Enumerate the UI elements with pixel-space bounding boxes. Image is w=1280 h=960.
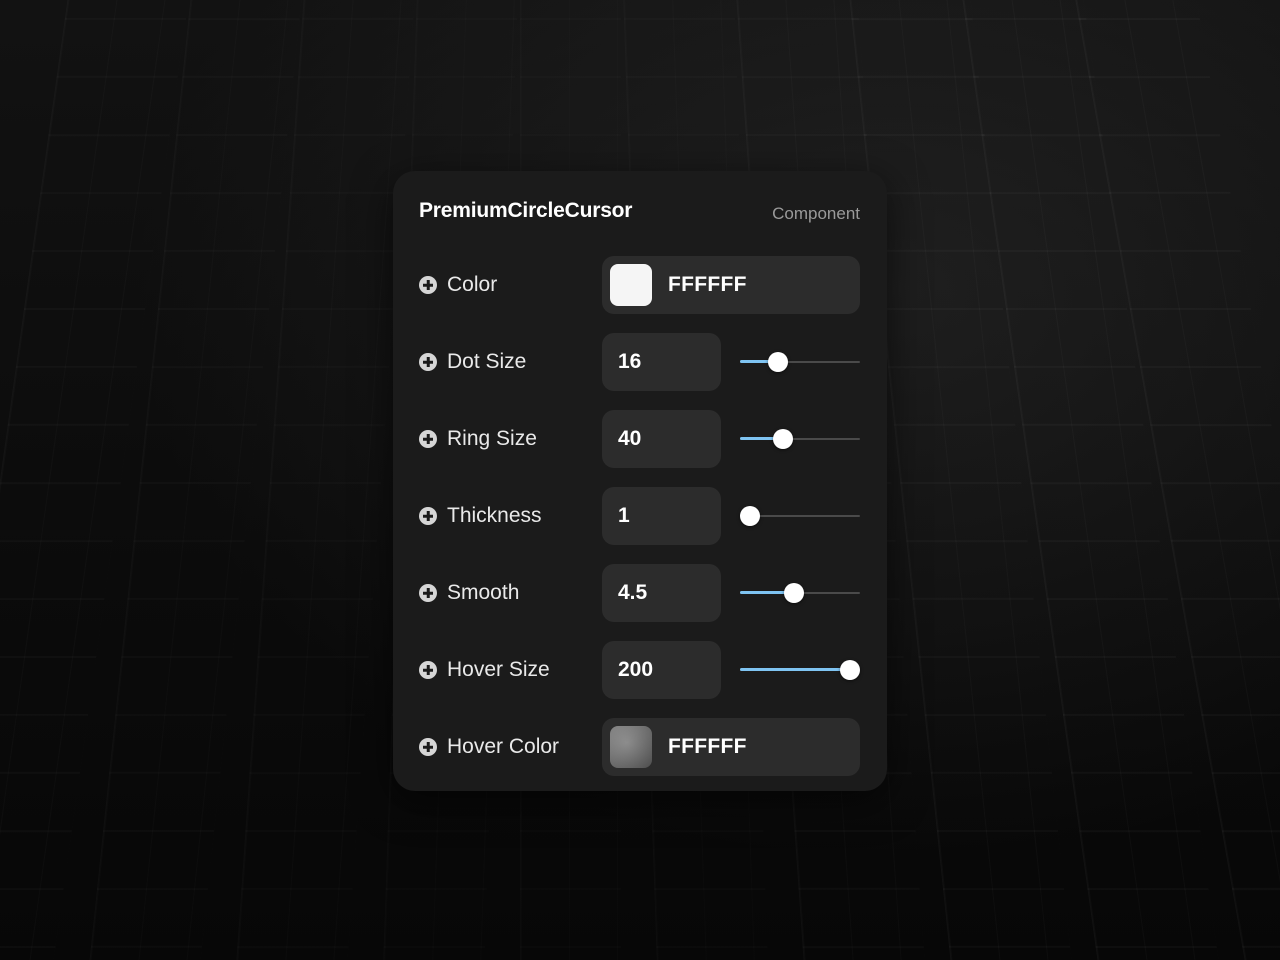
property-row-hover-size: Hover Size 200 (419, 641, 860, 699)
property-label[interactable]: Hover Color (419, 718, 559, 776)
property-row-thickness: Thickness 1 (419, 487, 860, 545)
number-input[interactable]: 16 (602, 333, 721, 391)
number-input[interactable]: 1 (602, 487, 721, 545)
number-input[interactable]: 40 (602, 410, 721, 468)
slider-thumb[interactable] (840, 660, 860, 680)
component-title: PremiumCircleCursor (419, 199, 633, 222)
color-field[interactable]: FFFFFF (602, 256, 860, 314)
dot-size-slider[interactable] (740, 333, 860, 391)
color-field[interactable]: FFFFFF (602, 718, 860, 776)
number-value[interactable]: 1 (618, 504, 630, 528)
ring-size-slider[interactable] (740, 410, 860, 468)
property-label-text: Hover Size (447, 658, 550, 681)
color-hex-input[interactable]: FFFFFF (668, 735, 747, 759)
property-label-text: Hover Color (447, 735, 560, 758)
property-row-smooth: Smooth 4.5 (419, 564, 860, 622)
color-swatch[interactable] (610, 264, 652, 306)
plus-circle-icon[interactable] (419, 353, 437, 371)
property-label[interactable]: Ring Size (419, 410, 537, 468)
property-label-text: Thickness (447, 504, 542, 527)
property-label[interactable]: Color (419, 256, 497, 314)
component-kind-label: Component (772, 204, 860, 223)
property-label-text: Dot Size (447, 350, 527, 373)
property-row-ring-size: Ring Size 40 (419, 410, 860, 468)
panel-header: PremiumCircleCursor Component (419, 199, 860, 227)
plus-circle-icon[interactable] (419, 430, 437, 448)
number-value[interactable]: 4.5 (618, 581, 647, 605)
property-row-color: Color FFFFFF (419, 256, 860, 314)
property-label-text: Color (447, 273, 498, 296)
property-row-hover-color: Hover Color FFFFFF (419, 718, 860, 776)
plus-circle-icon[interactable] (419, 738, 437, 756)
property-label[interactable]: Thickness (419, 487, 542, 545)
hover-size-slider[interactable] (740, 641, 860, 699)
color-swatch[interactable] (610, 726, 652, 768)
thickness-slider[interactable] (740, 487, 860, 545)
number-input[interactable]: 200 (602, 641, 721, 699)
slider-thumb[interactable] (740, 506, 760, 526)
slider-thumb[interactable] (768, 352, 788, 372)
properties-panel: PremiumCircleCursor Component Color FFFF… (393, 171, 887, 791)
slider-fill (740, 668, 850, 671)
smooth-slider[interactable] (740, 564, 860, 622)
number-input[interactable]: 4.5 (602, 564, 721, 622)
property-label-text: Ring Size (447, 427, 537, 450)
plus-circle-icon[interactable] (419, 507, 437, 525)
property-label-text: Smooth (447, 581, 520, 604)
plus-circle-icon[interactable] (419, 276, 437, 294)
number-value[interactable]: 200 (618, 658, 653, 682)
property-row-dot-size: Dot Size 16 (419, 333, 860, 391)
number-value[interactable]: 40 (618, 427, 641, 451)
slider-thumb[interactable] (773, 429, 793, 449)
plus-circle-icon[interactable] (419, 584, 437, 602)
plus-circle-icon[interactable] (419, 661, 437, 679)
color-hex-input[interactable]: FFFFFF (668, 273, 747, 297)
slider-thumb[interactable] (784, 583, 804, 603)
number-value[interactable]: 16 (618, 350, 641, 374)
property-label[interactable]: Dot Size (419, 333, 526, 391)
property-label[interactable]: Hover Size (419, 641, 550, 699)
property-label[interactable]: Smooth (419, 564, 519, 622)
